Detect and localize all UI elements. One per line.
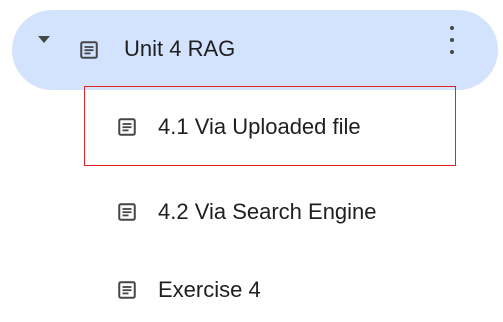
outline-item-exercise-4[interactable] — [84, 249, 484, 322]
document-icon — [118, 281, 136, 299]
more-vert-icon[interactable] — [442, 26, 462, 54]
document-icon — [80, 41, 98, 59]
outline-item-label: Unit 4 RAG — [124, 36, 236, 61]
outline-item-label: 4.2 Via Search Engine — [158, 199, 377, 224]
outline-item-label: Exercise 4 — [158, 277, 261, 302]
expand-caret-icon[interactable] — [38, 36, 50, 43]
document-icon — [118, 203, 136, 221]
document-icon — [118, 118, 136, 136]
outline-item-label: 4.1 Via Uploaded file — [158, 114, 361, 139]
document-outline: Unit 4 RAG 4.1 Via Uploaded file 4.2 Via… — [0, 0, 503, 322]
